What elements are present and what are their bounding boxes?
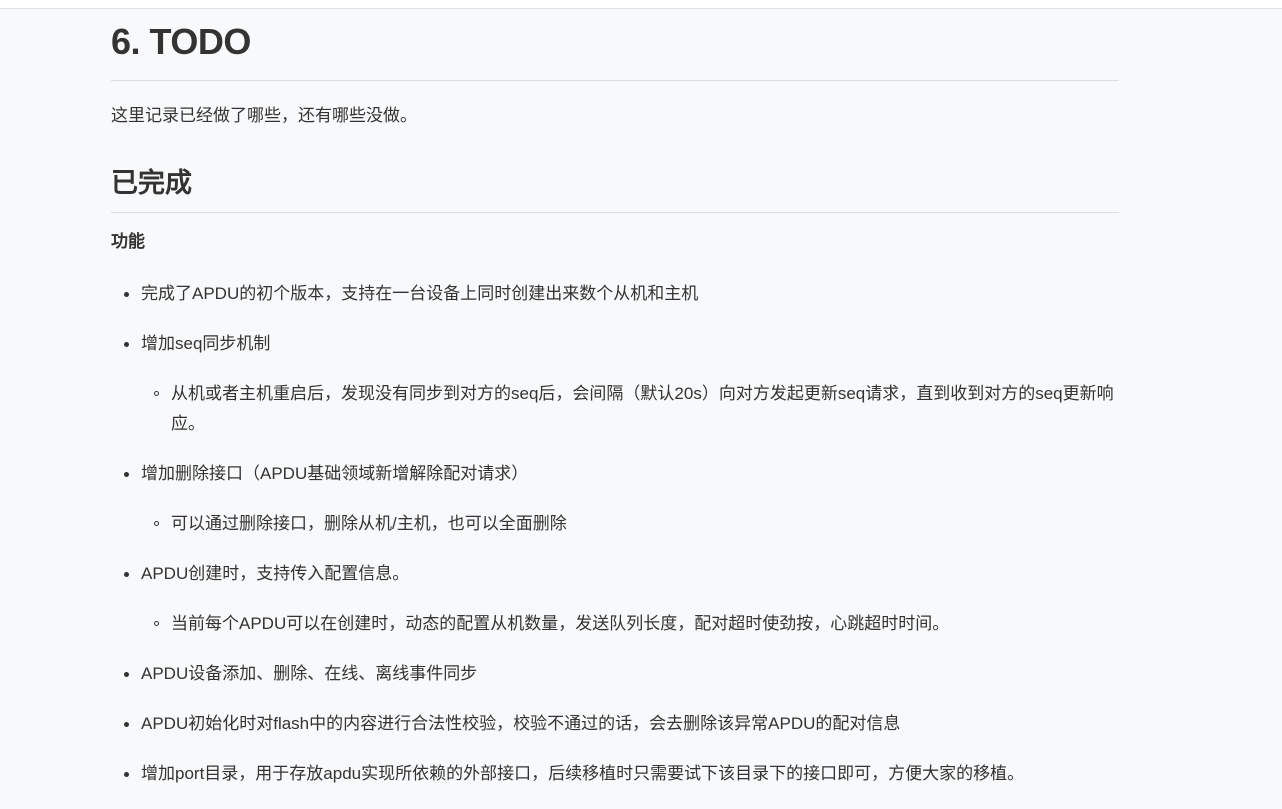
bullet-icon <box>124 572 129 577</box>
list-item-text: APDU创建时，支持传入配置信息。 <box>141 564 410 583</box>
list-item-text: 完成了APDU的初个版本，支持在一台设备上同时创建出来数个从机和主机 <box>141 284 699 303</box>
sub-list-item: 从机或者主机重启后，发现没有同步到对方的seq后，会间隔（默认20s）向对方发起… <box>154 379 1119 439</box>
sub-list-item: 当前每个APDU可以在创建时，动态的配置从机数量，发送队列长度，配对超时使劲按，… <box>154 609 1119 639</box>
list-item: APDU创建时，支持传入配置信息。 当前每个APDU可以在创建时，动态的配置从机… <box>124 559 1119 639</box>
list-item-text: 增加删除接口（APDU基础领域新增解除配对请求） <box>141 464 529 483</box>
list-item: APDU设备添加、删除、在线、离线事件同步 <box>124 659 1119 689</box>
circle-bullet-icon <box>154 621 159 626</box>
list-item: 增加seq同步机制 从机或者主机重启后，发现没有同步到对方的seq后，会间隔（默… <box>124 329 1119 439</box>
circle-bullet-icon <box>154 391 159 396</box>
sub-list-item-text: 当前每个APDU可以在创建时，动态的配置从机数量，发送队列长度，配对超时使劲按，… <box>171 614 950 633</box>
bullet-icon <box>124 292 129 297</box>
sub-list: 当前每个APDU可以在创建时，动态的配置从机数量，发送队列长度，配对超时使劲按，… <box>141 609 1119 639</box>
list-item: 增加删除接口（APDU基础领域新增解除配对请求） 可以通过删除接口，删除从机/主… <box>124 459 1119 539</box>
list-item-text: 增加port目录，用于存放apdu实现所依赖的外部接口，后续移植时只需要试下该目… <box>141 764 1025 783</box>
section-title: 已完成 <box>111 163 1119 213</box>
list-item: 完成了APDU的初个版本，支持在一台设备上同时创建出来数个从机和主机 <box>124 279 1119 309</box>
list-item-text: APDU初始化时对flash中的内容进行合法性校验，校验不通过的话，会去删除该异… <box>141 714 901 733</box>
bullet-icon <box>124 672 129 677</box>
bullet-icon <box>124 772 129 777</box>
sub-list: 从机或者主机重启后，发现没有同步到对方的seq后，会间隔（默认20s）向对方发起… <box>141 379 1119 439</box>
bullet-icon <box>124 472 129 477</box>
subheading: 功能 <box>111 232 145 251</box>
list-item-text: APDU设备添加、删除、在线、离线事件同步 <box>141 664 478 683</box>
sub-list-item: 可以通过删除接口，删除从机/主机，也可以全面删除 <box>154 509 1119 539</box>
bullet-icon <box>124 342 129 347</box>
todo-list: 完成了APDU的初个版本，支持在一台设备上同时创建出来数个从机和主机 增加seq… <box>111 279 1119 789</box>
intro-paragraph: 这里记录已经做了哪些，还有哪些没做。 <box>111 106 417 125</box>
list-item: 增加port目录，用于存放apdu实现所依赖的外部接口，后续移植时只需要试下该目… <box>124 759 1119 789</box>
document-content: 6. TODO 这里记录已经做了哪些，还有哪些没做。 已完成 功能 完成了APD… <box>111 18 1119 809</box>
page-title: 6. TODO <box>111 18 1119 81</box>
list-item: APDU初始化时对flash中的内容进行合法性校验，校验不通过的话，会去删除该异… <box>124 709 1119 739</box>
sub-list-item-text: 可以通过删除接口，删除从机/主机，也可以全面删除 <box>171 514 567 533</box>
list-item-text: 增加seq同步机制 <box>141 334 271 353</box>
sub-list-item-text: 从机或者主机重启后，发现没有同步到对方的seq后，会间隔（默认20s）向对方发起… <box>171 384 1114 433</box>
sub-list: 可以通过删除接口，删除从机/主机，也可以全面删除 <box>141 509 1119 539</box>
top-bar <box>0 0 1282 9</box>
bullet-icon <box>124 722 129 727</box>
circle-bullet-icon <box>154 521 159 526</box>
